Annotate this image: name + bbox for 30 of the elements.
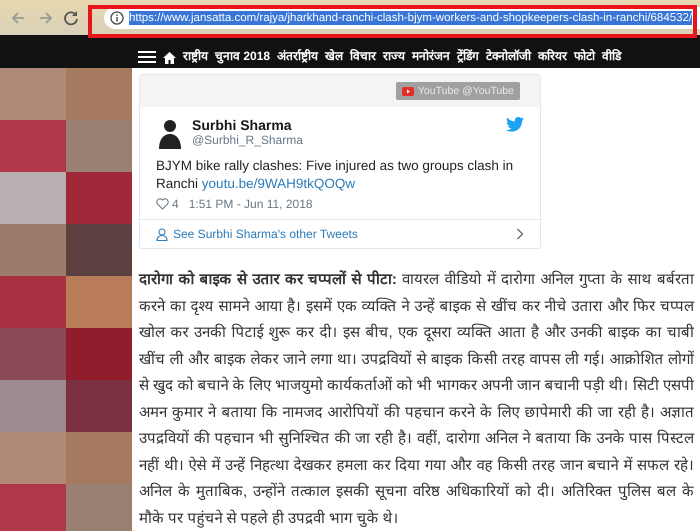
play-icon (402, 86, 414, 96)
heart-icon[interactable] (156, 198, 169, 210)
person-icon (156, 228, 168, 241)
nav-link[interactable]: करियर (538, 48, 568, 64)
nav-link[interactable]: टेक्नोलॉजी (486, 48, 532, 64)
author-handle: @Surbhi_R_Sharma (192, 133, 304, 147)
nav-link[interactable]: ट्रेंडिंग (457, 48, 480, 64)
avatar (156, 117, 184, 149)
nav-link[interactable]: चुनाव 2018 (215, 48, 270, 64)
tweet-text: BJYM bike rally clashes: Five injured as two groups clash in Ranchi youtu.be/9WAH9tkQOQw (155, 157, 514, 194)
nav-link[interactable]: वीडि (602, 48, 622, 64)
nav-link[interactable]: राज्य (383, 48, 406, 64)
nav-link[interactable]: राष्ट्रीय (183, 48, 208, 64)
nav-link[interactable]: विचार (350, 48, 376, 64)
like-count: 4 (172, 197, 179, 212)
nav-link[interactable]: फोटो (574, 48, 596, 64)
bird-icon[interactable] (506, 117, 524, 132)
video-link[interactable]: youtu.be/9WAH9tkQOQw (202, 176, 356, 192)
url-text: https://www.jansatta.com/rajya/jharkhand-ranchi-clash-bjym-workers-and-shopkeepers-clash-in-ranchi/684532/ (129, 10, 692, 24)
menu-icon[interactable] (138, 50, 156, 64)
tweet-time[interactable]: 1:51 PM - Jun 11, 2018 (188, 197, 313, 212)
nav-link[interactable]: मनोरंजन (412, 48, 450, 64)
nav-link[interactable]: खेल (325, 48, 344, 64)
home-icon[interactable] (163, 52, 176, 64)
info-icon[interactable] (110, 10, 124, 24)
other-tweets-link[interactable]: See Surbhi Sharma's other Tweets (140, 219, 540, 248)
nav-link[interactable]: अंतर्राष्ट्रीय (277, 48, 318, 64)
article-paragraph: दारोगा को बाइक से उतार कर चप्पलों से पीटा: वायरल वीडियो में दारोगा अनिल गुप्ता के साथ बर्बरता करने का दृश्य सामने आया है। इसमें एक व्यक्ति ने उन्हें बाइक से खींच कर नीचे उतारा और फिर चप्पल खोल कर उनकी पिटाई शुरू कर दी। इस बीच, एक दूसरा व्यक्ति आता है और उनकी बाइक का चाबी खींच ली और बाइक लेकर जाने लगा था। उपद्रवियों से बाइक किसी तरह वापस ली गई। आक्रोशित लोगों से खुद को बचाने के लिए भाजयुमो कार्यकर्ताओं को भी भागकर अपनी जान बचानी पड़ी थी। सिटी एसपी अमन कुमार ने बताया कि नामजद आरोपियों की पहचान करने के लिए छापेमारी की जा रही है। अज्ञात उपद्रवियों की पहचान भी सुनिश्चित की जा रही है। वहीं, दारोगा अनिल ने बताया कि उनके पास पिस्टल नहीं थी। ऐसे में उन्हें निहत्था देखकर हमला कर दिया गया और वह किसी तरह जान बचाने में सफल रहे। अनिल के मुताबिक, उन्होंने तत्काल इसकी सूचना वरिष्ठ अधिकारियों को दी। अतिरिक्त पुलिस बल के मौके पर पहुंचने से पहले ही उपद्रवी भाग चुके थे। (139, 269, 694, 530)
chevron-icon (516, 228, 524, 240)
author-name: Surbhi Sharma (192, 117, 293, 133)
